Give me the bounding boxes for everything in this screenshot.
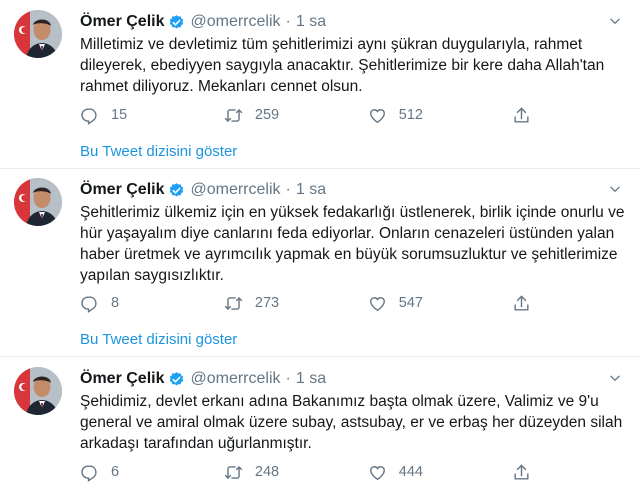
author-handle[interactable]: @omerrcelik [190, 181, 280, 199]
retweet-button[interactable]: 273 [224, 292, 368, 314]
reply-button[interactable]: 8 [80, 292, 224, 314]
tweet-actions: 8 273 547 [80, 292, 550, 314]
author-handle[interactable]: @omerrcelik [190, 370, 280, 388]
divider [0, 356, 640, 357]
like-count: 547 [398, 295, 423, 311]
chevron-down-icon[interactable] [608, 371, 622, 385]
share-icon [512, 463, 531, 482]
retweet-icon [224, 294, 243, 313]
tweet-actions: 6 248 444 [80, 461, 550, 483]
verified-badge-icon [168, 14, 185, 31]
like-count: 512 [398, 107, 423, 123]
reply-icon [80, 106, 99, 125]
separator-dot: · [285, 181, 291, 198]
verified-badge-icon [168, 371, 185, 388]
reply-icon [80, 463, 99, 482]
author-name[interactable]: Ömer Çelik [80, 181, 164, 199]
like-icon [368, 106, 387, 125]
retweet-button[interactable]: 248 [224, 461, 368, 483]
tweet-header: Ömer Çelik @omerrcelik · 1 sa [80, 179, 326, 201]
avatar[interactable] [14, 367, 62, 415]
like-button[interactable]: 444 [368, 461, 512, 483]
reply-count: 8 [111, 295, 120, 311]
share-button[interactable] [512, 461, 550, 483]
show-thread-link[interactable]: Bu Tweet dizisini göster [80, 143, 237, 160]
retweet-icon [224, 463, 243, 482]
share-icon [512, 106, 531, 125]
share-button[interactable] [512, 104, 550, 126]
retweet-count: 248 [254, 464, 280, 480]
like-button[interactable]: 512 [368, 104, 512, 126]
separator-dot: · [285, 370, 291, 387]
avatar[interactable] [14, 10, 62, 58]
retweet-count: 259 [254, 107, 280, 123]
divider [0, 168, 640, 169]
tweet-text: Milletimiz ve devletimiz tüm şehitlerimi… [80, 36, 605, 95]
like-icon [368, 463, 387, 482]
tweet-actions: 15 259 512 [80, 104, 550, 126]
separator-dot: · [285, 13, 291, 30]
reply-button[interactable]: 6 [80, 461, 224, 483]
retweet-icon [224, 106, 243, 125]
tweet-timestamp[interactable]: 1 sa [296, 370, 326, 388]
verified-badge-icon [168, 182, 185, 199]
show-thread-link[interactable]: Bu Tweet dizisini göster [80, 331, 237, 348]
tweet-text: Şehidimiz, devlet erkanı adına Bakanımız… [80, 393, 623, 452]
avatar[interactable] [14, 178, 62, 226]
chevron-down-icon[interactable] [608, 14, 622, 28]
tweet-timestamp[interactable]: 1 sa [296, 13, 326, 31]
author-handle[interactable]: @omerrcelik [190, 13, 280, 31]
chevron-down-icon[interactable] [608, 182, 622, 196]
retweet-button[interactable]: 259 [224, 104, 368, 126]
reply-button[interactable]: 15 [80, 104, 224, 126]
reply-count: 15 [111, 107, 128, 123]
reply-count: 6 [111, 464, 120, 480]
retweet-count: 273 [254, 295, 280, 311]
reply-icon [80, 294, 99, 313]
tweet-header: Ömer Çelik @omerrcelik · 1 sa [80, 368, 326, 390]
author-name[interactable]: Ömer Çelik [80, 13, 164, 31]
like-button[interactable]: 547 [368, 292, 512, 314]
share-button[interactable] [512, 292, 550, 314]
tweet-header: Ömer Çelik @omerrcelik · 1 sa [80, 11, 326, 33]
like-count: 444 [398, 464, 423, 480]
share-icon [512, 294, 531, 313]
tweet-text: Şehitlerimiz ülkemiz için en yüksek feda… [80, 204, 625, 284]
like-icon [368, 294, 387, 313]
tweet-timestamp[interactable]: 1 sa [296, 181, 326, 199]
author-name[interactable]: Ömer Çelik [80, 370, 164, 388]
